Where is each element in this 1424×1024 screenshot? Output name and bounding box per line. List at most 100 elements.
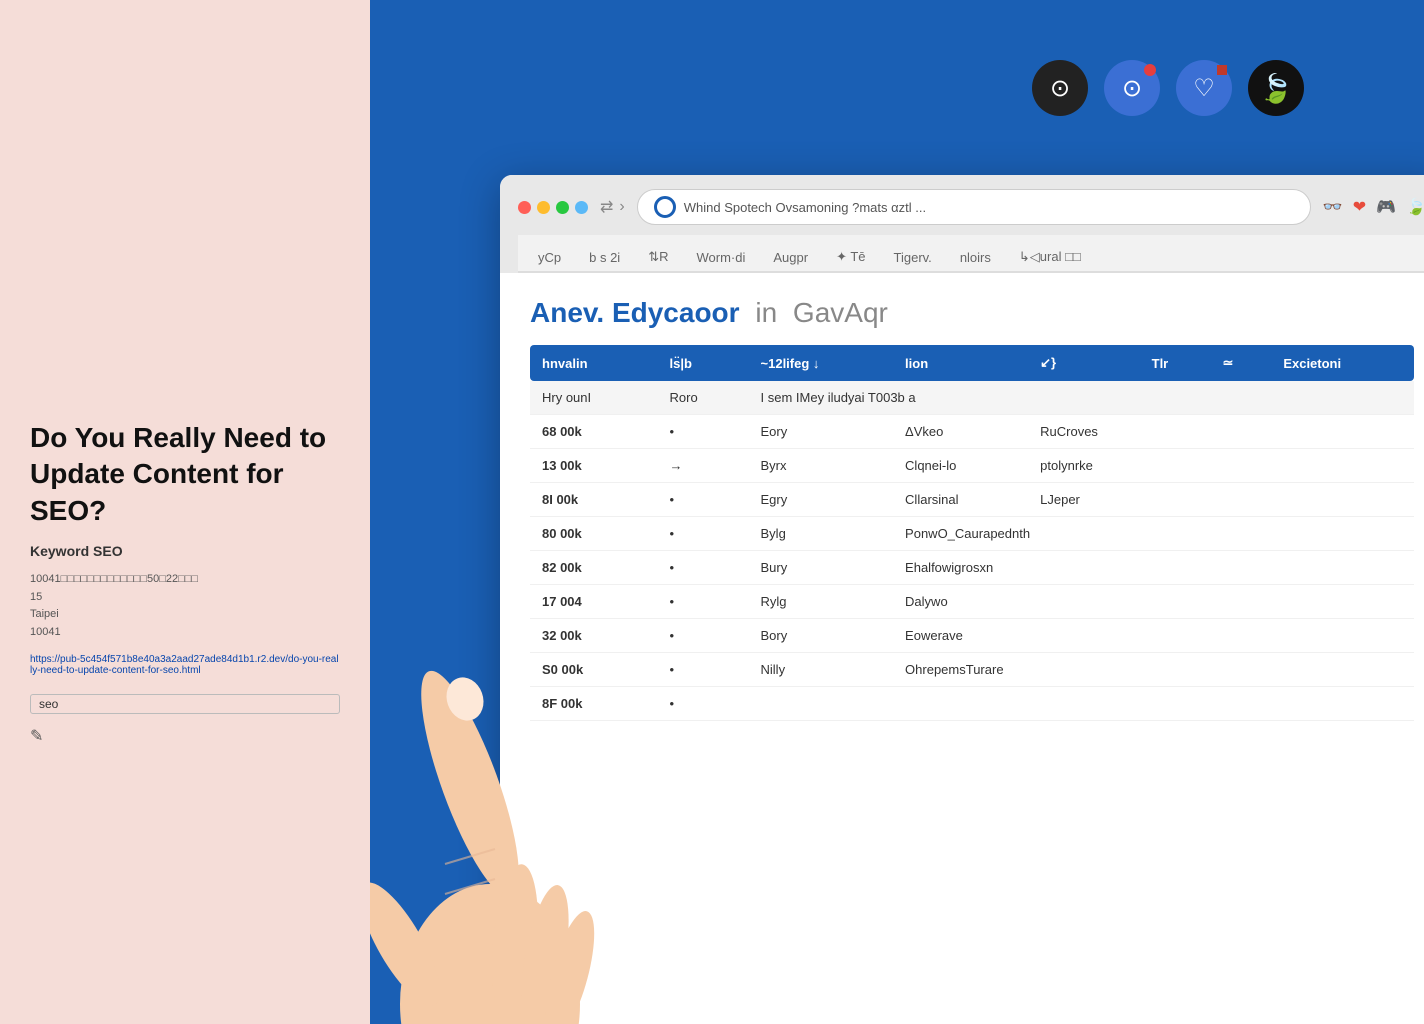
meta-line3: Taipei [30, 606, 340, 624]
th-lion: lion [893, 345, 1028, 381]
row3-num: 8I 00k [530, 483, 658, 517]
row1-col3: ΔVkeo [893, 415, 1028, 449]
keyword-label: Keyword SEO [30, 543, 340, 559]
page-content: Anev. Edycaoor in GavAqr hnvalin ls̈|b ~… [500, 273, 1424, 745]
row9-rest [749, 687, 1414, 721]
forward-button[interactable]: › [619, 198, 624, 216]
row5-num: 82 00k [530, 551, 658, 585]
nav-controls: ⇄ › [600, 197, 625, 217]
browser-icon-4: 🍃 [1248, 60, 1304, 116]
row1-col4: RuCroves [1028, 415, 1414, 449]
sub-col3: I sem IMey iludyai T003b a [749, 381, 1414, 415]
table-row: 17 004 • Rylg Dalywo [530, 585, 1414, 619]
row5-arrow: • [658, 551, 749, 585]
row2-col2: Byrx [749, 449, 894, 483]
table-row: 8F 00k • [530, 687, 1414, 721]
row1-num: 68 00k [530, 415, 658, 449]
headline-part1: Anev. Edycaoor [530, 297, 740, 328]
table-row: 68 00k • Eory ΔVkeo RuCroves [530, 415, 1414, 449]
tl-yellow[interactable] [537, 201, 550, 214]
headline-part2: in [755, 297, 777, 328]
seo-tag[interactable]: seo [30, 694, 340, 714]
sub-col2: Roro [658, 381, 749, 415]
address-bar[interactable]: Whind Spotech Ovsamoning ?mats αztl ... [637, 189, 1311, 225]
left-panel: Do You Really Need to Update Content for… [0, 0, 370, 1024]
tab-tigenv[interactable]: Tigerv. [890, 244, 936, 271]
page-headline: Anev. Edycaoor in GavAqr [530, 297, 1414, 329]
th-tlr: Tlr [1140, 345, 1211, 381]
row8-arrow: • [658, 653, 749, 687]
back-button[interactable]: ⇄ [600, 197, 613, 217]
row7-num: 32 00k [530, 619, 658, 653]
row4-col3: PonwO_Caurapednth [893, 517, 1414, 551]
tab-bs2i[interactable]: b s 2i [585, 244, 624, 271]
row3-arrow: • [658, 483, 749, 517]
article-url[interactable]: https://pub-5c454f571b8e40a3a2aad27ade84… [30, 654, 340, 676]
tl-red[interactable] [518, 201, 531, 214]
article-title: Do You Really Need to Update Content for… [30, 420, 340, 529]
tab-nloirs[interactable]: nloirs [956, 244, 995, 271]
th-arrow: ↙} [1028, 345, 1098, 381]
table-row: 80 00k • Bylg PonwO_Caurapednth [530, 517, 1414, 551]
tab-r[interactable]: ⇅R [644, 243, 672, 271]
icon1-symbol: ⊙ [1050, 74, 1070, 103]
ext-icon-3[interactable]: 🎮 [1376, 197, 1396, 217]
tl-green[interactable] [556, 201, 569, 214]
row5-col2: Bury [749, 551, 894, 585]
row7-col3: Eowerave [893, 619, 1414, 653]
tab-augpr[interactable]: Augpr [769, 244, 812, 271]
row5-col3: Ehalfowigrosxn [893, 551, 1414, 585]
th-excietoni: Excietoni [1271, 345, 1414, 381]
table-row: 32 00k • Bory Eowerave [530, 619, 1414, 653]
th-empty [1098, 345, 1140, 381]
table-sub-header: Hry ounI Roro I sem IMey iludyai T003b a [530, 381, 1414, 415]
browser-tabbar: yCp b s 2i ⇅R Worm·di Augpr ✦ Tē Tigerv.… [518, 235, 1424, 273]
icon2-symbol: ⊙ [1122, 74, 1142, 103]
browser-ext-icons: 👓 ❤ 🎮 🍃 [1323, 197, 1424, 217]
row3-col4: LJeper [1028, 483, 1414, 517]
tab-wormdi[interactable]: Worm·di [692, 244, 749, 271]
row2-col4: ptolynrke [1028, 449, 1414, 483]
row6-col2: Rylg [749, 585, 894, 619]
row9-num: 8F 00k [530, 687, 658, 721]
row4-col2: Bylg [749, 517, 894, 551]
right-panel: ⊙ ⊙ ♡ 🍃 ⇄ › [370, 0, 1424, 1024]
tab-ural[interactable]: ↳◁ural □□ [1015, 243, 1085, 271]
tab-ycp[interactable]: yCp [534, 244, 565, 271]
data-table: hnvalin ls̈|b ~12lifeg ↓ lion ↙} Tlr ≃ E… [530, 345, 1414, 721]
row1-arrow: • [658, 415, 749, 449]
row2-arrow: → [658, 449, 749, 483]
address-bar-icon [654, 196, 676, 218]
table-row: 13 00k → Byrx Clqnei-lo ptolynrke [530, 449, 1414, 483]
ext-icon-4[interactable]: 🍃 [1406, 197, 1424, 217]
browser-chrome: ⇄ › Whind Spotech Ovsamoning ?mats αztl … [500, 175, 1424, 273]
table-row: S0 00k • Nilly OhrepemsTurare [530, 653, 1414, 687]
meta-line4: 10041 [30, 624, 340, 642]
headline-part3: GavAqr [793, 297, 888, 328]
row8-col2: Nilly [749, 653, 894, 687]
th-tilde: ≃ [1210, 345, 1271, 381]
row7-col2: Bory [749, 619, 894, 653]
ext-icon-2[interactable]: ❤ [1353, 197, 1366, 217]
red-dot [1217, 65, 1227, 75]
ext-icon-1[interactable]: 👓 [1323, 197, 1343, 217]
row8-col3: OhrepemsTurare [893, 653, 1414, 687]
row2-num: 13 00k [530, 449, 658, 483]
th-hnvalin: hnvalin [530, 345, 658, 381]
browser-window: ⇄ › Whind Spotech Ovsamoning ?mats αztl … [500, 175, 1424, 1024]
th-lifeg: ~12lifeg ↓ [749, 345, 894, 381]
browser-icon-2: ⊙ [1104, 60, 1160, 116]
table-row: 8I 00k • Egry Cllarsinal LJeper [530, 483, 1414, 517]
tl-blue[interactable] [575, 201, 588, 214]
address-text: Whind Spotech Ovsamoning ?mats αztl ... [684, 200, 1294, 215]
th-lstb: ls̈|b [658, 345, 749, 381]
meta-line2: 15 [30, 589, 340, 607]
meta-line1: 10041□□□□□□□□□□□□□50□22□□□ [30, 571, 340, 589]
table-header-row: hnvalin ls̈|b ~12lifeg ↓ lion ↙} Tlr ≃ E… [530, 345, 1414, 381]
tab-te[interactable]: ✦ Tē [832, 243, 869, 271]
table-row: 82 00k • Bury Ehalfowigrosxn [530, 551, 1414, 585]
browser-topbar: ⇄ › Whind Spotech Ovsamoning ?mats αztl … [518, 189, 1424, 225]
edit-icon[interactable]: ✎ [30, 726, 340, 746]
top-icon-cluster: ⊙ ⊙ ♡ 🍃 [1032, 60, 1304, 116]
row6-num: 17 004 [530, 585, 658, 619]
